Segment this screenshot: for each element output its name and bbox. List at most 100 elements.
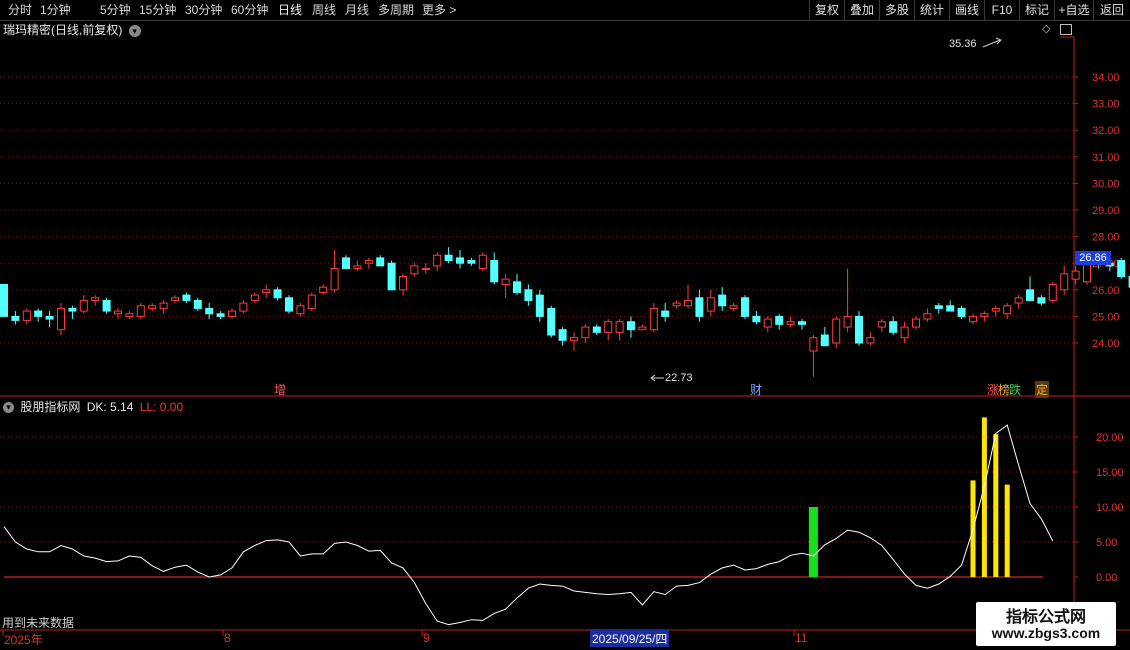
candle-body xyxy=(786,321,795,325)
candle-body xyxy=(684,299,692,307)
candle-body xyxy=(239,302,248,312)
kline-chart[interactable]: 34.0033.0032.0031.0030.0029.0028.0027.00… xyxy=(0,0,1130,650)
candle-body xyxy=(832,318,841,344)
candle-body xyxy=(820,334,829,347)
candle-body xyxy=(649,307,658,331)
candle-body xyxy=(991,307,1000,312)
price-tick-label: 26.00 xyxy=(1092,285,1120,297)
candle-body xyxy=(307,294,316,309)
date-label: 2025年 xyxy=(4,633,43,647)
date-axis xyxy=(2,630,795,636)
diamond-icon[interactable]: ◇ xyxy=(1042,22,1050,35)
candle-body xyxy=(889,321,898,333)
candle-body xyxy=(672,302,681,307)
candle-body xyxy=(319,286,328,293)
candle-body xyxy=(376,257,385,267)
date-label: 9 xyxy=(423,631,430,645)
candle-body xyxy=(421,268,430,271)
candle-body xyxy=(159,302,168,309)
candle-body xyxy=(68,307,77,312)
candle-body xyxy=(364,260,373,264)
candle-body xyxy=(706,297,715,312)
green-signal-bar xyxy=(808,507,818,577)
indicator-tick-label: 20.00 xyxy=(1096,432,1124,444)
indicator-axis: 20.00 15.00 10.00 5.00 0.00 xyxy=(1074,432,1124,584)
indicator-tick-label: 0.00 xyxy=(1096,572,1117,584)
candle-body xyxy=(923,313,932,320)
candle-body xyxy=(501,278,510,285)
event-marker[interactable]: 增 xyxy=(274,381,286,398)
window-toggle-icon[interactable] xyxy=(1060,24,1072,35)
price-tick-label: 32.00 xyxy=(1092,125,1120,137)
chart-title-text: 瑞玛精密(日线,前复权) xyxy=(3,23,123,37)
candle-body xyxy=(513,281,521,293)
chevron-down-icon[interactable]: ▾ xyxy=(128,24,141,37)
candle-body xyxy=(627,321,635,331)
last-price-badge: 26.86 xyxy=(1075,251,1111,265)
candle-body xyxy=(1026,289,1034,301)
candle-body xyxy=(273,289,282,299)
candle-body xyxy=(353,265,362,270)
candle-body xyxy=(900,326,909,339)
candle-body xyxy=(490,260,499,283)
candle-body xyxy=(1014,297,1023,304)
candle-body xyxy=(957,307,966,317)
candle-body xyxy=(182,294,191,301)
watermark: 指标公式网 www.zbgs3.com xyxy=(976,602,1116,646)
candle-body xyxy=(205,307,214,315)
future-data-notice: 用到未来数据 xyxy=(2,616,75,630)
date-label: 11 xyxy=(795,631,808,645)
candle-body xyxy=(912,318,920,328)
candle-body xyxy=(741,297,749,317)
candlesticks xyxy=(0,247,1130,377)
candle-body xyxy=(946,305,955,312)
price-axis: 34.0033.0032.0031.0030.0029.0028.0027.00… xyxy=(1074,72,1120,350)
candle-body xyxy=(775,315,784,325)
candle-body xyxy=(102,299,111,312)
candle-body xyxy=(296,305,305,315)
candle-body xyxy=(136,305,145,317)
candle-body xyxy=(285,297,293,312)
max-price-label: 35.36 xyxy=(949,38,977,50)
event-marker[interactable]: 跌 xyxy=(1009,381,1021,398)
dk-line xyxy=(3,424,1054,626)
candle-body xyxy=(752,315,761,323)
candle-body xyxy=(638,326,647,331)
price-tick-label: 33.00 xyxy=(1092,99,1120,111)
watermark-title: 指标公式网 xyxy=(1005,609,1086,626)
candle-body xyxy=(228,310,236,317)
candle-body xyxy=(1003,305,1012,315)
indicator-tick-label: 10.00 xyxy=(1096,502,1124,514)
candle-body xyxy=(91,297,100,301)
price-tick-label: 34.00 xyxy=(1092,72,1120,84)
candle-body xyxy=(809,337,818,352)
candle-body xyxy=(524,289,533,301)
candle-body xyxy=(410,265,419,275)
price-tick-label: 24.00 xyxy=(1092,338,1120,350)
candle-body xyxy=(535,294,544,317)
candle-body xyxy=(763,318,772,328)
indicator-header: ▾ 股朋指标网 DK: 5.14 LL: 0.00 xyxy=(3,398,183,415)
date-label: 8 xyxy=(224,631,231,645)
candle-body xyxy=(467,260,476,264)
candle-body xyxy=(22,310,31,321)
candle-body xyxy=(262,289,271,293)
candle-body xyxy=(969,315,977,323)
candle-body xyxy=(1117,260,1126,278)
candle-body xyxy=(570,337,578,341)
event-marker[interactable]: 财 xyxy=(750,381,762,398)
candle-body xyxy=(433,254,442,267)
candle-body xyxy=(171,297,179,301)
price-tick-label: 30.00 xyxy=(1092,178,1120,190)
candle-body xyxy=(11,315,20,321)
event-marker[interactable]: 定 xyxy=(1035,381,1050,398)
indicator-name[interactable]: 股朋指标网 xyxy=(20,400,80,414)
min-price-label: 22.73 xyxy=(665,372,693,384)
chevron-down-icon[interactable]: ▾ xyxy=(3,402,14,414)
yellow-signal-bar xyxy=(1004,484,1010,577)
candle-body xyxy=(1048,283,1057,301)
price-tick-label: 29.00 xyxy=(1092,205,1120,217)
candle-body xyxy=(558,329,567,341)
candle-body xyxy=(843,315,852,328)
yellow-signal-bar xyxy=(981,417,987,577)
